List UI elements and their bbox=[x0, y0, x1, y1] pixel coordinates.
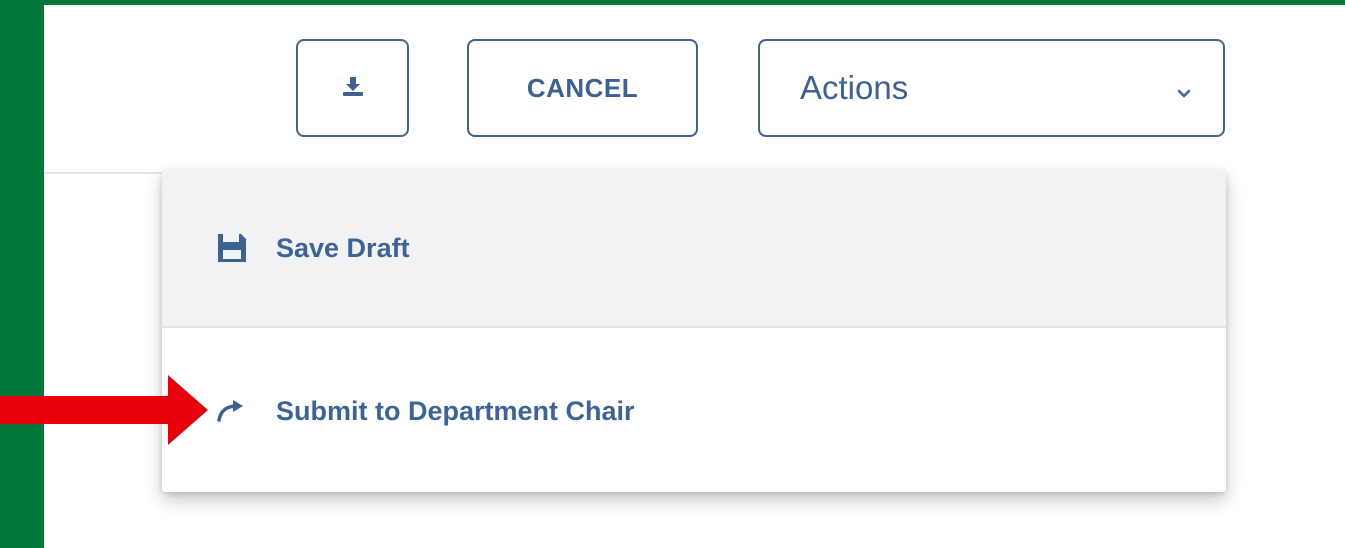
actions-menu: Save Draft Submit to Department Chair bbox=[162, 170, 1226, 492]
menu-item-label: Submit to Department Chair bbox=[276, 395, 635, 426]
menu-item-save-draft[interactable]: Save Draft bbox=[162, 170, 1226, 328]
header-divider bbox=[44, 172, 164, 174]
chevron-down-icon bbox=[1177, 69, 1191, 107]
menu-item-label: Save Draft bbox=[276, 232, 410, 263]
floppy-disk-icon bbox=[210, 231, 254, 265]
menu-item-submit-to-department-chair[interactable]: Submit to Department Chair bbox=[162, 330, 1226, 492]
share-arrow-icon bbox=[210, 398, 254, 424]
annotation-arrow-icon bbox=[0, 375, 208, 445]
download-icon bbox=[341, 75, 365, 102]
download-button[interactable] bbox=[296, 39, 409, 137]
cancel-label: CANCEL bbox=[526, 72, 639, 103]
cancel-button[interactable]: CANCEL bbox=[467, 39, 698, 137]
actions-label: Actions bbox=[800, 69, 909, 106]
actions-dropdown[interactable]: Actions bbox=[758, 39, 1225, 137]
